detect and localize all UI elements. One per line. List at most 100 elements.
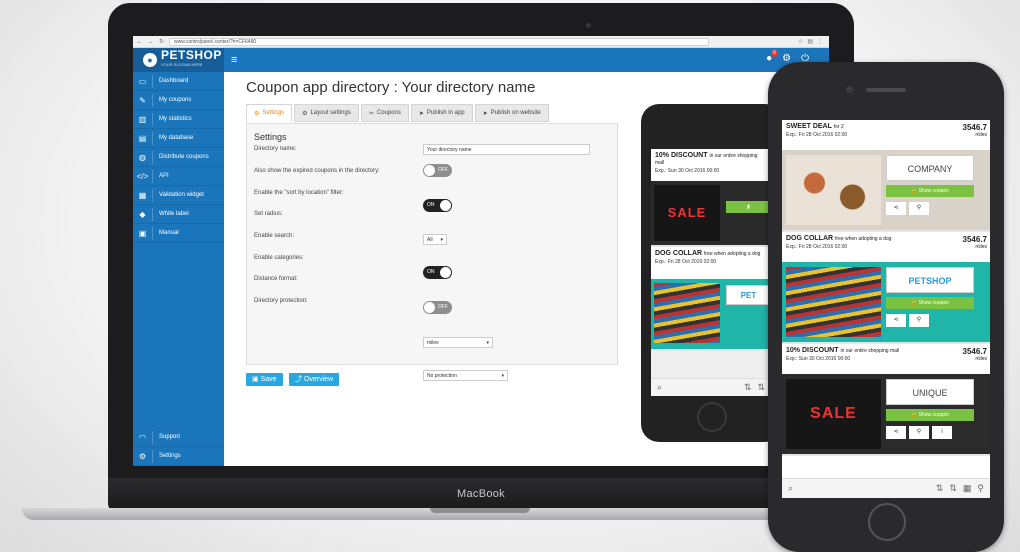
sidebar-item-my-statistics[interactable]: ▥ My statistics [133, 110, 224, 129]
coupon-title: DOG COLLAR [786, 235, 834, 242]
protection-select[interactable]: No protection ▾ [423, 370, 508, 381]
gear-icon: ⚙ [254, 110, 260, 117]
sort-numeric-icon[interactable]: ⇅ [949, 483, 957, 494]
tab-layout-settings[interactable]: ⚙ Layout settings [294, 104, 359, 122]
sidebar-item-label: Validation widget [159, 192, 204, 198]
coupon-card[interactable]: 10% DISCOUNT in our entire shopping mall… [782, 344, 990, 456]
gear-icon[interactable]: ⚙ [782, 53, 791, 64]
bar-chart-icon: ▥ [133, 112, 153, 126]
distance-format-select[interactable]: miles ▾ [423, 337, 493, 348]
expired-coupons-label: Also show the expired coupons in the dir… [254, 168, 380, 174]
search-toggle[interactable]: ON [423, 266, 452, 279]
tab-label: Publish in app [426, 110, 465, 116]
tab-publish-in-app[interactable]: ➤ Publish in app [410, 104, 473, 122]
sort-numeric-icon[interactable]: ⇅ [757, 382, 765, 393]
laptop-brand: MacBook [457, 488, 505, 500]
coupon-expiry: Exp.: Fri 28 Oct 2016 02:00 [786, 244, 848, 250]
sort-alpha-icon[interactable]: ⇅ [936, 483, 944, 494]
paw-icon: ● [143, 53, 157, 67]
back-icon[interactable]: ← [136, 39, 143, 45]
share-icon[interactable]: ⋖ [886, 426, 906, 439]
info-icon[interactable]: i [932, 426, 952, 439]
categories-toggle[interactable]: OFF [423, 301, 452, 314]
location-icon[interactable]: ⚲ [909, 426, 929, 439]
extension-icon[interactable]: ▤ [807, 38, 813, 45]
directory-name-input[interactable]: Your directory name [423, 144, 590, 155]
radius-label: Set radius: [254, 211, 283, 217]
browser-toolbar: ← → ↻ www.controlpanel.center/?h=CF6480 … [133, 36, 829, 48]
sidebar-item-label: API [159, 173, 169, 179]
sidebar-item-my-coupons[interactable]: ✎ My coupons [133, 91, 224, 110]
show-coupon-button[interactable]: 🔒 Show coupon [886, 185, 974, 197]
coupon-distance: 3546.7 miles [962, 123, 987, 138]
settings-heading: Settings [254, 132, 287, 142]
calendar-icon[interactable]: ▦ [963, 483, 972, 494]
show-coupon-button[interactable]: 🔒 Show coupon [886, 409, 974, 421]
phone-back: 10% DISCOUNT in our entire shopping mall… [641, 104, 783, 442]
sidebar-item-validation-widget[interactable]: ▦ Validation widget [133, 186, 224, 205]
save-button[interactable]: ▣ Save [246, 373, 283, 386]
share-icon[interactable]: ⋖ [886, 202, 906, 215]
search-icon[interactable]: ⌕ [657, 382, 662, 393]
coupon-card[interactable]: DOG COLLAR free when adopting a dog Exp.… [651, 247, 771, 351]
overview-button[interactable]: ⤴ Overview [289, 373, 340, 386]
address-bar[interactable]: www.controlpanel.center/?h=CF6480 [169, 37, 709, 46]
hamburger-icon[interactable]: ≡ [231, 54, 237, 66]
sidebar-item-label: Dashboard [159, 78, 189, 84]
notification-icon[interactable]: ● 6 [766, 50, 778, 64]
sidebar-item-manual[interactable]: ▣ Manual [133, 224, 224, 243]
sidebar-item-api[interactable]: </> API [133, 167, 224, 186]
star-icon[interactable]: ☆ [798, 38, 803, 45]
paperclip-icon: ✎ [133, 93, 153, 107]
search-icon[interactable]: ⌕ [788, 483, 793, 494]
sidebar-item-label: Support [159, 434, 181, 440]
expired-coupons-toggle[interactable]: OFF [423, 164, 452, 177]
tab-settings[interactable]: ⚙ Settings [246, 104, 293, 122]
sort-alpha-icon[interactable]: ⇅ [744, 382, 752, 393]
caret-down-icon: ▾ [501, 373, 504, 379]
floppy-icon: ▣ [252, 376, 259, 383]
coupon-card[interactable]: 10% DISCOUNT in our entire shopping mall… [651, 149, 771, 247]
sidebar-item-dashboard[interactable]: ▭ Dashboard [133, 72, 224, 91]
coupon-title: 10% DISCOUNT [786, 347, 839, 354]
radius-select[interactable]: All ▾ [423, 234, 447, 245]
book-icon: ▣ [133, 226, 153, 240]
sidebar-item-distribute-coupons[interactable]: ◍ Distribute coupons [133, 148, 224, 167]
laptop-notch [430, 508, 530, 513]
sidebar-item-settings[interactable]: ⚙ Settings [133, 447, 224, 466]
sidebar-item-support[interactable]: ◠ Support [133, 428, 224, 447]
sort-location-toggle[interactable]: ON [423, 199, 452, 212]
directory-name-label: Directory name: [254, 146, 297, 152]
tab-label: Settings [262, 110, 285, 116]
notification-badge: 6 [771, 50, 778, 57]
logo[interactable]: ● PETSHOP YOUR SLOGAN HERE [133, 48, 224, 72]
menu-icon[interactable]: ⋮ [817, 38, 823, 45]
coupon-card[interactable]: DOG COLLAR free when adopting a dog Exp.… [782, 232, 990, 344]
share-icon[interactable]: ⋖ [886, 314, 906, 327]
home-button [868, 503, 906, 541]
coupon-subtitle: in our entire shopping mall [840, 348, 900, 354]
food-image [786, 155, 881, 225]
sale-image: SALE [654, 185, 720, 241]
dog-collar-image [654, 283, 720, 343]
forward-icon[interactable]: → [147, 39, 154, 45]
coupon-title: SWEET DEAL [786, 123, 832, 130]
tab-bar: ⚙ Settings ⚙ Layout settings ✂ Coupons ➤ Publis… [246, 104, 549, 122]
coupon-subtitle: for 2 [833, 124, 844, 130]
show-coupon-button[interactable]: 🔒 Show coupon [886, 297, 974, 309]
sidebar-item-my-database[interactable]: ▤ My database [133, 129, 224, 148]
location-icon[interactable]: ⚲ [909, 202, 929, 215]
coupon-subtitle: free when adopting a dog [835, 236, 892, 242]
sidebar-item-label: White label [159, 211, 189, 217]
reload-icon[interactable]: ↻ [158, 38, 165, 45]
caret-down-icon: ▾ [440, 237, 443, 243]
location-icon[interactable]: ⚲ [909, 314, 929, 327]
tab-coupons[interactable]: ✂ Coupons [360, 104, 409, 122]
sidebar-item-white-label[interactable]: ◆ White label [133, 205, 224, 224]
phone-front-screen: SWEET DEAL for 2 Exp.: Fri 28 Oct 2016 0… [782, 120, 990, 498]
tab-publish-on-website[interactable]: ➤ Publish on website [474, 104, 549, 122]
sidebar-item-label: My coupons [159, 97, 192, 103]
sale-image: SALE [786, 379, 881, 449]
coupon-card[interactable]: SWEET DEAL for 2 Exp.: Fri 28 Oct 2016 0… [782, 120, 990, 232]
location-icon[interactable]: ⚲ [977, 483, 984, 494]
